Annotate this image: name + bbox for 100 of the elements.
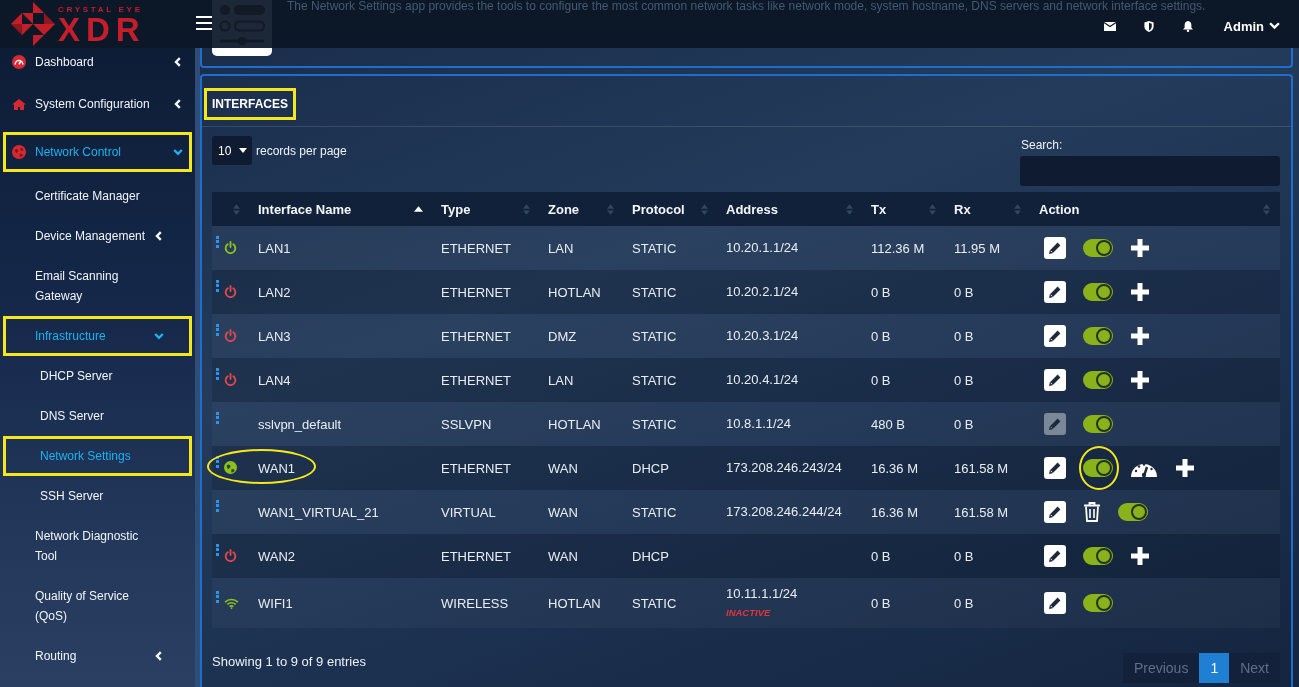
- table-cell: VIRTUAL: [433, 490, 540, 534]
- vertical-dots-icon[interactable]: [216, 280, 219, 292]
- address-text: 10.11.1.1/24: [726, 585, 799, 603]
- edit-button[interactable]: [1044, 501, 1066, 523]
- toggle-switch[interactable]: [1083, 547, 1113, 565]
- sidebar-item[interactable]: Infrastructure: [3, 316, 192, 356]
- table-cell: STATIC: [624, 358, 718, 402]
- toggle-switch[interactable]: [1083, 239, 1113, 257]
- toggle-switch[interactable]: [1083, 283, 1113, 301]
- table-cell: LAN4: [250, 358, 433, 402]
- column-header[interactable]: Interface Name: [250, 192, 433, 226]
- sidebar-item[interactable]: Dashboard: [3, 48, 192, 76]
- status-note: INACTIVE: [726, 607, 772, 619]
- address-text: 10.20.1.1/24: [726, 239, 800, 257]
- pencil-icon: [1048, 285, 1062, 299]
- address-text: 10.20.4.1/24: [726, 371, 800, 389]
- table-cell: 0 B: [946, 270, 1031, 314]
- sidebar-item[interactable]: Network Diagnostic Tool: [3, 516, 192, 576]
- table-cell: LAN1: [250, 226, 433, 270]
- sidebar-item[interactable]: Network Control: [3, 132, 192, 172]
- edit-button[interactable]: [1044, 281, 1066, 303]
- column-header[interactable]: Tx: [863, 192, 946, 226]
- table-cell: ETHERNET: [433, 534, 540, 578]
- table-cell: 16.36 M: [863, 490, 946, 534]
- vertical-dots-icon[interactable]: [216, 500, 219, 512]
- vertical-dots-icon[interactable]: [216, 368, 219, 380]
- column-header[interactable]: Type: [433, 192, 540, 226]
- page-size-label: records per page: [256, 143, 347, 158]
- sidebar-item[interactable]: System Configuration: [3, 84, 192, 124]
- column-header[interactable]: Zone: [540, 192, 624, 226]
- trash-icon[interactable]: [1083, 502, 1101, 522]
- house-icon: [12, 98, 26, 110]
- table-cell: 0 B: [946, 402, 1031, 446]
- plus-icon[interactable]: [1130, 282, 1150, 302]
- pencil-icon: [1048, 461, 1062, 475]
- toggle-switch[interactable]: [1083, 327, 1113, 345]
- toggle-switch[interactable]: [1118, 503, 1148, 521]
- vertical-dots-icon[interactable]: [216, 544, 219, 556]
- vertical-dots-icon[interactable]: [216, 236, 219, 248]
- caret-icon: [239, 148, 247, 153]
- toggle-switch[interactable]: [1083, 594, 1113, 612]
- user-menu[interactable]: Admin: [1223, 18, 1280, 34]
- plus-icon[interactable]: [1130, 546, 1150, 566]
- table-cell: DHCP: [624, 534, 718, 578]
- plus-icon[interactable]: [1130, 326, 1150, 346]
- table-cell: 16.36 M: [863, 446, 946, 490]
- page-button[interactable]: 1: [1199, 653, 1230, 683]
- table-cell: ETHERNET: [433, 270, 540, 314]
- vertical-dots-icon[interactable]: [216, 456, 219, 468]
- sidebar-item[interactable]: DNS Server: [3, 396, 192, 436]
- search-field[interactable]: [1020, 156, 1280, 186]
- table-cell: STATIC: [624, 226, 718, 270]
- sidebar-item[interactable]: SSH Server: [3, 476, 192, 516]
- table-cell: ETHERNET: [433, 314, 540, 358]
- column-header[interactable]: Address: [718, 192, 863, 226]
- logo-tagline: CRYSTAL EYE: [58, 5, 144, 15]
- table-cell: WIFI1: [250, 578, 433, 628]
- edit-button[interactable]: [1044, 237, 1066, 259]
- table-cell: HOTLAN: [540, 402, 624, 446]
- page-size-select[interactable]: 10: [212, 136, 252, 165]
- sidebar-item[interactable]: Routing: [3, 636, 192, 676]
- sidebar-item[interactable]: Network Settings: [3, 436, 192, 476]
- edit-button[interactable]: [1044, 592, 1066, 614]
- vertical-dots-icon[interactable]: [216, 412, 219, 424]
- edit-button[interactable]: [1044, 545, 1066, 567]
- table-cell: ETHERNET: [433, 358, 540, 402]
- toggle-switch[interactable]: [1083, 459, 1113, 477]
- column-header[interactable]: Protocol: [624, 192, 718, 226]
- sidebar-item[interactable]: DHCP Server: [3, 356, 192, 396]
- mail-icon[interactable]: [1103, 20, 1116, 32]
- table-cell: 11.95 M: [946, 226, 1031, 270]
- vertical-dots-icon[interactable]: [216, 591, 219, 603]
- table-cell: WAN: [540, 534, 624, 578]
- table-cell: STATIC: [624, 578, 718, 628]
- sidebar-item[interactable]: Device Management: [3, 216, 192, 256]
- table-cell: 112.36 M: [863, 226, 946, 270]
- table-cell: DMZ: [540, 314, 624, 358]
- shield-icon[interactable]: [1142, 20, 1155, 32]
- table-cell: LAN: [540, 358, 624, 402]
- entries-summary: Showing 1 to 9 of 9 entries: [212, 654, 366, 670]
- vertical-dots-icon[interactable]: [216, 324, 219, 336]
- bell-icon[interactable]: [1181, 20, 1194, 32]
- edit-button[interactable]: [1044, 325, 1066, 347]
- sidebar-item[interactable]: Email Scanning Gateway: [3, 256, 192, 316]
- toggle-switch[interactable]: [1083, 415, 1113, 433]
- table-cell: 161.58 M: [946, 490, 1031, 534]
- edit-button[interactable]: [1044, 457, 1066, 479]
- plus-icon[interactable]: [1175, 458, 1195, 478]
- plus-icon[interactable]: [1130, 370, 1150, 390]
- menu-icon[interactable]: [196, 16, 214, 30]
- sidebar-item[interactable]: Certificate Manager: [3, 176, 192, 216]
- column-header[interactable]: Rx: [946, 192, 1031, 226]
- table-cell: WAN1_VIRTUAL_21: [250, 490, 433, 534]
- sidebar-item[interactable]: Quality of Service (QoS): [3, 576, 192, 636]
- plus-icon[interactable]: [1130, 238, 1150, 258]
- toggle-switch[interactable]: [1083, 371, 1113, 389]
- edit-button[interactable]: [1044, 369, 1066, 391]
- section-title: INTERFACES: [204, 88, 296, 120]
- column-header[interactable]: Action: [1031, 192, 1280, 226]
- table-cell: STATIC: [624, 402, 718, 446]
